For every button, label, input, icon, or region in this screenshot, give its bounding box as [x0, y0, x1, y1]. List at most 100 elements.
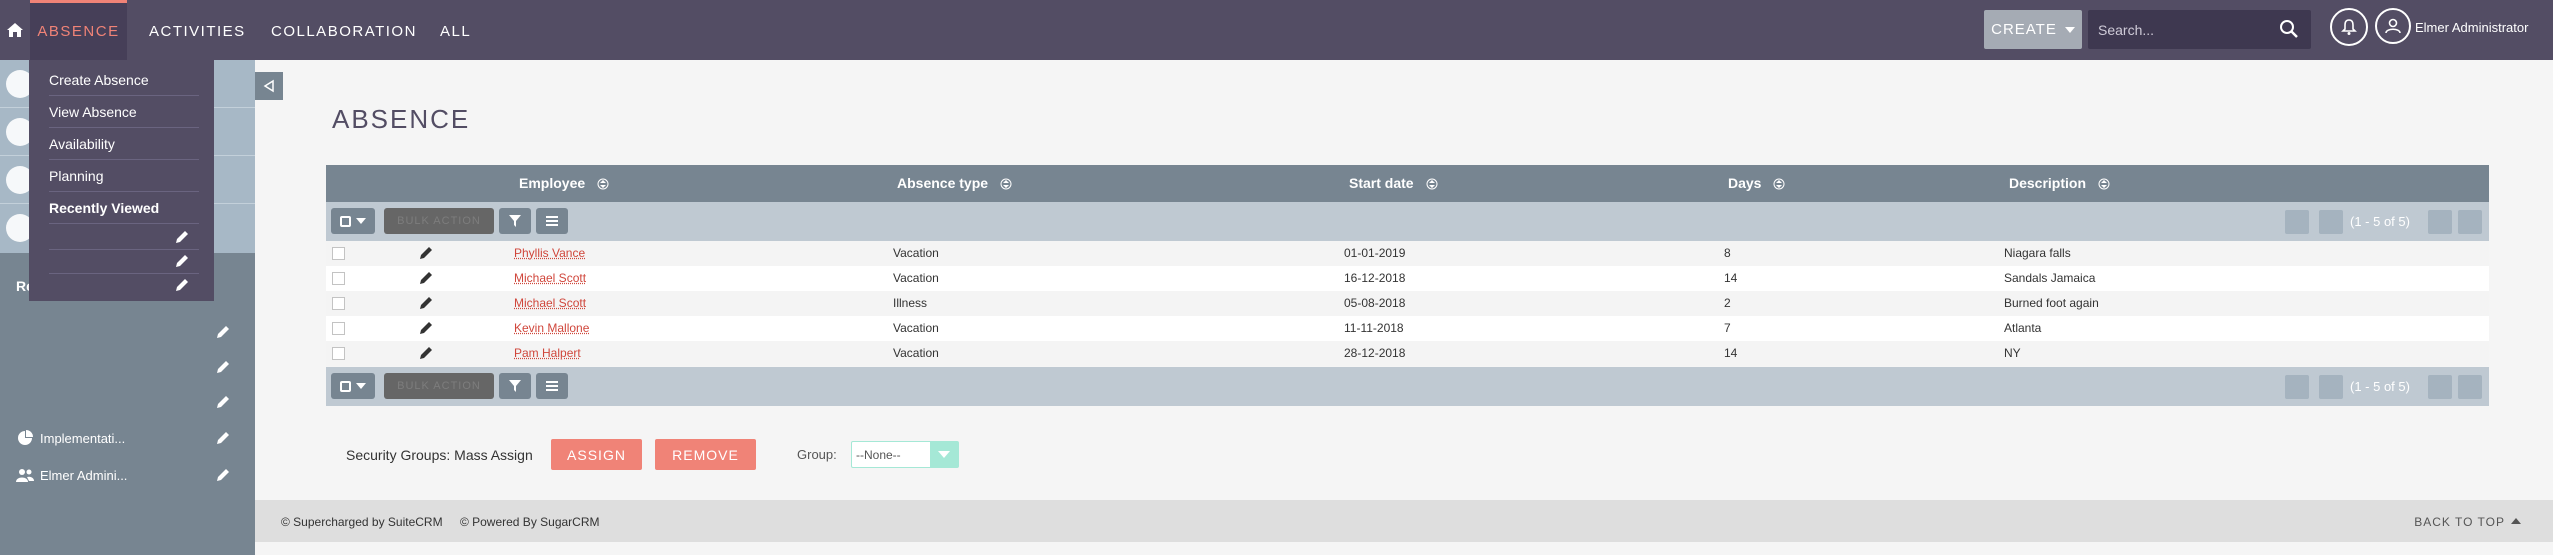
last-page-button[interactable]: [2458, 210, 2482, 234]
search-icon[interactable]: [2279, 19, 2299, 44]
previous-page-button[interactable]: [2319, 210, 2343, 234]
column-header-description[interactable]: Description: [2009, 165, 2110, 202]
back-to-top-link[interactable]: BACK TO TOP: [2414, 515, 2521, 529]
table-row: Michael Scott Vacation 16-12-2018 14 San…: [326, 266, 2489, 291]
menu-divider: [49, 273, 199, 274]
menu-divider: [49, 191, 199, 192]
next-page-button[interactable]: [2428, 210, 2452, 234]
bulk-action-button[interactable]: BULK ACTION: [384, 373, 494, 399]
list-toolbar-bottom: BULK ACTION (1 - 5 of 5): [326, 367, 2489, 406]
tab-all[interactable]: ALL: [440, 0, 471, 60]
menu-create-absence[interactable]: Create Absence: [49, 72, 149, 88]
days-cell: 14: [1724, 346, 1738, 360]
edit-pencil-icon[interactable]: [173, 276, 191, 294]
edit-pencil-icon[interactable]: [214, 393, 232, 411]
employee-link[interactable]: Michael Scott: [514, 291, 586, 316]
footer-credits: © Supercharged by SuiteCRM © Powered By …: [281, 515, 614, 529]
column-chooser-button[interactable]: [536, 208, 568, 234]
edit-pencil-icon[interactable]: [214, 429, 232, 447]
menu-availability[interactable]: Availability: [49, 136, 115, 152]
bulk-action-button[interactable]: BULK ACTION: [384, 208, 494, 234]
sort-icon: [1773, 178, 1785, 190]
edit-pencil-icon[interactable]: [214, 323, 232, 341]
home-icon[interactable]: [0, 0, 30, 60]
sort-icon: [1000, 178, 1012, 190]
sort-icon: [1426, 178, 1438, 190]
edit-pencil-icon[interactable]: [418, 295, 434, 311]
filter-icon: [509, 380, 521, 392]
menu-planning[interactable]: Planning: [49, 168, 104, 184]
pie-chart-icon: [16, 429, 34, 447]
select-all-button[interactable]: [331, 373, 375, 399]
checkbox-icon: [340, 215, 351, 227]
footer: © Supercharged by SuiteCRM © Powered By …: [255, 500, 2553, 542]
days-cell: 8: [1724, 246, 1731, 260]
user-menu[interactable]: Elmer Administrator: [2375, 8, 2553, 48]
tab-collaboration[interactable]: COLLABORATION: [271, 0, 417, 60]
search-input[interactable]: [2098, 18, 2268, 42]
table-row: Pam Halpert Vacation 28-12-2018 14 NY: [326, 341, 2489, 366]
last-page-button[interactable]: [2458, 375, 2482, 399]
search-box: [2088, 10, 2311, 49]
column-chooser-button[interactable]: [536, 373, 568, 399]
create-label: CREATE: [1991, 21, 2057, 38]
edit-pencil-icon[interactable]: [418, 320, 434, 336]
absence-type-cell: Vacation: [893, 271, 939, 285]
create-button[interactable]: CREATE: [1984, 10, 2082, 49]
employee-link[interactable]: Michael Scott: [514, 266, 586, 291]
column-header-days[interactable]: Days: [1728, 165, 1785, 202]
filter-button[interactable]: [499, 373, 531, 399]
edit-pencil-icon[interactable]: [214, 466, 232, 484]
suitecrm-credit-link[interactable]: © Supercharged by SuiteCRM: [281, 515, 443, 529]
filter-button[interactable]: [499, 208, 531, 234]
edit-pencil-icon[interactable]: [418, 245, 434, 261]
first-page-button[interactable]: [2285, 210, 2309, 234]
pagination-count: (1 - 5 of 5): [2350, 214, 2410, 229]
arrow-up-icon: [2511, 518, 2521, 524]
edit-pencil-icon[interactable]: [418, 345, 434, 361]
caret-down-icon: [356, 218, 366, 224]
caret-down-icon: [356, 383, 366, 389]
menu-recently-viewed: Recently Viewed: [49, 200, 160, 216]
row-checkbox[interactable]: [332, 247, 345, 260]
employee-link[interactable]: Phyllis Vance: [514, 241, 585, 266]
tab-activities[interactable]: ACTIVITIES: [149, 0, 246, 60]
edit-pencil-icon[interactable]: [173, 228, 191, 246]
absence-type-cell: Vacation: [893, 246, 939, 260]
page-title: ABSENCE: [332, 104, 471, 134]
sugarcrm-credit-link[interactable]: © Powered By SugarCRM: [460, 515, 600, 529]
edit-pencil-icon[interactable]: [173, 252, 191, 270]
edit-pencil-icon[interactable]: [214, 358, 232, 376]
next-page-button[interactable]: [2428, 375, 2452, 399]
row-checkbox[interactable]: [332, 322, 345, 335]
remove-button[interactable]: REMOVE: [655, 439, 756, 470]
sidebar-recent-item[interactable]: Elmer Admini...: [16, 465, 127, 485]
sidebar-recent-item[interactable]: Implementati...: [16, 428, 125, 448]
edit-pencil-icon[interactable]: [418, 270, 434, 286]
sidebar-collapse-button[interactable]: [255, 72, 283, 100]
column-header-absence-type[interactable]: Absence type: [897, 165, 1012, 202]
description-cell: Burned foot again: [2004, 296, 2099, 310]
row-checkbox[interactable]: [332, 297, 345, 310]
group-select[interactable]: --None--: [851, 441, 959, 468]
notification-bell-icon[interactable]: [2330, 8, 2368, 46]
menu-view-absence[interactable]: View Absence: [49, 104, 137, 120]
first-page-button[interactable]: [2285, 375, 2309, 399]
column-header-start-date[interactable]: Start date: [1349, 165, 1438, 202]
start-date-cell: 05-08-2018: [1344, 296, 1406, 310]
column-header-employee[interactable]: Employee: [519, 165, 609, 202]
sort-icon: [2098, 178, 2110, 190]
select-all-button[interactable]: [331, 208, 375, 234]
previous-page-button[interactable]: [2319, 375, 2343, 399]
employee-link[interactable]: Kevin Mallone: [514, 316, 589, 341]
group-select-value: --None--: [856, 448, 901, 462]
assign-button[interactable]: ASSIGN: [551, 439, 642, 470]
employee-link[interactable]: Pam Halpert: [514, 341, 581, 366]
pagination-count: (1 - 5 of 5): [2350, 379, 2410, 394]
tab-absence[interactable]: ABSENCE: [30, 0, 127, 60]
sort-icon: [597, 178, 609, 190]
row-checkbox[interactable]: [332, 272, 345, 285]
list-icon: [546, 381, 558, 391]
row-checkbox[interactable]: [332, 347, 345, 360]
start-date-cell: 01-01-2019: [1344, 246, 1406, 260]
